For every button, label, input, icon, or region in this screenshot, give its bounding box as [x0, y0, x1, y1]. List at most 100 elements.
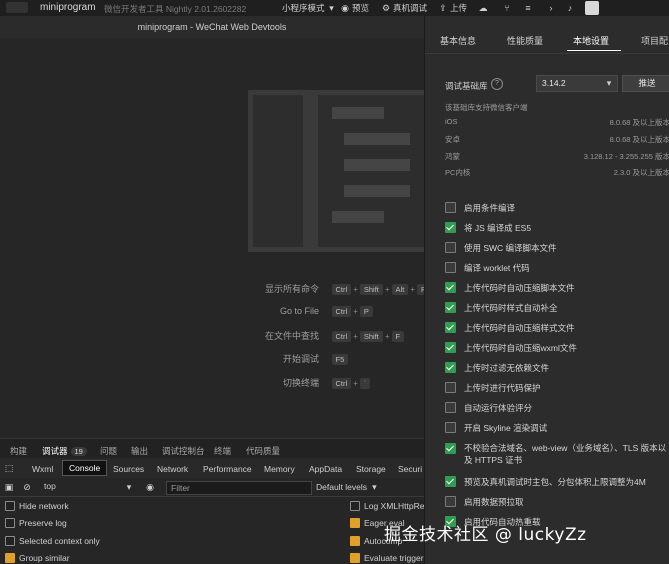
platform-name: 鸿蒙 — [445, 152, 460, 161]
tab-local-settings[interactable]: 本地设置 — [573, 34, 609, 47]
checkbox[interactable] — [445, 496, 456, 507]
checkbox[interactable] — [445, 322, 456, 333]
tab-performance-quality[interactable]: 性能质量 — [507, 34, 543, 47]
list-icon[interactable]: ≡ — [523, 3, 533, 13]
setting-conditional-compile[interactable]: 启用条件编译 — [445, 202, 515, 214]
chevron-icon[interactable]: › — [546, 3, 556, 13]
divider — [425, 53, 669, 54]
logo-bar — [332, 107, 384, 119]
tab-appdata[interactable]: AppData — [309, 464, 342, 474]
preview-button[interactable]: ◉ 预览 — [340, 2, 369, 14]
checkbox[interactable] — [445, 422, 456, 433]
sidebar-toggle-icon[interactable]: ▣ — [4, 482, 14, 492]
checkbox[interactable] — [445, 402, 456, 413]
checkbox[interactable] — [5, 553, 15, 563]
setting-code-protect[interactable]: 上传时进行代码保护 — [445, 382, 541, 394]
setting-package-limit[interactable]: 预览及真机调试时主包、分包体积上限调整为4M — [445, 476, 667, 488]
push-button[interactable]: 推送 — [622, 75, 669, 92]
clear-icon[interactable]: ⊘ — [22, 482, 32, 492]
checkbox[interactable] — [445, 476, 456, 487]
shortcut-row[interactable]: Go to File Ctrl + P — [249, 306, 375, 317]
upload-button[interactable]: ⇪ 上传 — [438, 2, 467, 14]
shortcut-row[interactable]: 开始调试 F5 — [249, 352, 350, 365]
setting-label: 上传代码时样式自动补全 — [464, 303, 558, 313]
checkbox[interactable] — [5, 518, 15, 528]
tab-network[interactable]: Network — [157, 464, 188, 474]
shortcut-row[interactable]: 在文件中查找 Ctrl + Shift + F — [249, 329, 406, 342]
filter-input[interactable]: Filter — [166, 481, 312, 495]
tab-memory[interactable]: Memory — [264, 464, 295, 474]
setting-prefetch[interactable]: 启用数据预拉取 — [445, 496, 524, 508]
checkbox[interactable] — [445, 262, 456, 273]
user-avatar[interactable] — [585, 1, 599, 15]
checkbox[interactable] — [445, 302, 456, 313]
option-selected-context[interactable]: Selected context only — [5, 536, 100, 546]
tab-output[interactable]: 输出 — [131, 445, 148, 457]
avatar[interactable] — [6, 2, 28, 13]
tab-code-quality[interactable]: 代码质量 — [246, 445, 280, 457]
option-label: Hide network — [19, 501, 69, 511]
setting-swc[interactable]: 使用 SWC 编译脚本文件 — [445, 242, 557, 254]
option-evaluate-triggers[interactable]: Evaluate triggers — [350, 553, 428, 563]
checkbox[interactable] — [445, 282, 456, 293]
setting-worklet[interactable]: 编译 worklet 代码 — [445, 262, 530, 274]
tab-security[interactable]: Securi — [398, 464, 422, 474]
shortcut-row[interactable]: 切换终端 Ctrl + ` — [249, 376, 372, 389]
checkbox[interactable] — [350, 553, 360, 563]
tab-problems[interactable]: 问题 — [100, 445, 117, 457]
shortcut-label: Go to File — [279, 306, 319, 316]
tab-project-config[interactable]: 项目配 — [641, 34, 668, 47]
eye-icon[interactable]: ◉ — [145, 482, 155, 492]
option-preserve-log[interactable]: Preserve log — [5, 518, 67, 528]
mode-select[interactable]: 小程序模式 ▾ — [282, 2, 337, 14]
branch-icon[interactable]: ⑂ — [502, 3, 512, 13]
platform-version: 8.0.68 及以上版本 — [609, 118, 669, 127]
setting-minify-js[interactable]: 上传代码时自动压缩脚本文件 — [445, 282, 575, 294]
setting-filter-unused[interactable]: 上传时过滤无依赖文件 — [445, 362, 549, 374]
checkbox[interactable] — [445, 362, 456, 373]
checkbox[interactable] — [445, 222, 456, 233]
setting-minify-css[interactable]: 上传代码时自动压缩样式文件 — [445, 322, 575, 334]
inspect-icon[interactable]: ⬚ — [4, 463, 14, 473]
checkbox[interactable] — [445, 443, 456, 454]
tab-sources[interactable]: Sources — [113, 464, 144, 474]
setting-skip-domain-check[interactable]: 不校验合法域名、web-view（业务域名）、TLS 版本以及 HTTPS 证书 — [445, 442, 667, 466]
setting-skyline-debug[interactable]: 开启 Skyline 渲染调试 — [445, 422, 547, 434]
checkbox[interactable] — [445, 342, 456, 353]
levels-select[interactable]: Default levels ▾ — [316, 482, 379, 492]
option-log-xhr[interactable]: Log XMLHttpReq — [350, 501, 429, 511]
tab-performance[interactable]: Performance — [203, 464, 252, 474]
chevron-down-icon: ▾ — [329, 3, 334, 13]
setting-es5[interactable]: 将 JS 编译成 ES5 — [445, 222, 531, 234]
checkbox[interactable] — [445, 382, 456, 393]
setting-autoprefix[interactable]: 上传代码时样式自动补全 — [445, 302, 558, 314]
help-icon[interactable]: ? — [491, 78, 503, 90]
tab-build[interactable]: 构建 — [10, 445, 27, 457]
shortcut-label: 开始调试 — [282, 354, 319, 364]
checkbox[interactable] — [445, 242, 456, 253]
setting-label: 上传时进行代码保护 — [464, 383, 541, 393]
cloud-icon[interactable]: ☁ — [478, 3, 488, 13]
context-select[interactable]: top ▾ — [44, 481, 134, 493]
setting-label: 预览及真机调试时主包、分包体积上限调整为4M — [464, 477, 646, 487]
tab-debug-console[interactable]: 调试控制台 — [162, 445, 205, 457]
tab-storage[interactable]: Storage — [356, 464, 386, 474]
setting-minify-wxml[interactable]: 上传代码时自动压缩wxml文件 — [445, 342, 577, 354]
tab-terminal[interactable]: 终端 — [214, 445, 231, 457]
checkbox[interactable] — [445, 202, 456, 213]
checkbox[interactable] — [5, 501, 15, 511]
checkbox[interactable] — [350, 536, 360, 546]
checkbox[interactable] — [5, 536, 15, 546]
setting-auto-audit[interactable]: 自动运行体验评分 — [445, 402, 532, 414]
tab-console[interactable]: Console — [62, 460, 108, 476]
checkbox[interactable] — [350, 518, 360, 528]
base-lib-select[interactable]: 3.14.2 ▾ — [536, 75, 618, 92]
bell-icon[interactable]: ♪ — [565, 3, 575, 13]
shortcut-row[interactable]: 显示所有命令 Ctrl+Shift+Alt+P — [249, 282, 432, 295]
option-group-similar[interactable]: Group similar — [5, 553, 70, 563]
checkbox[interactable] — [350, 501, 360, 511]
remote-debug-button[interactable]: ⚙ 真机调试 — [381, 2, 427, 14]
tab-basic-info[interactable]: 基本信息 — [440, 34, 476, 47]
tab-wxml[interactable]: Wxml — [32, 464, 53, 474]
option-hide-network[interactable]: Hide network — [5, 501, 69, 511]
